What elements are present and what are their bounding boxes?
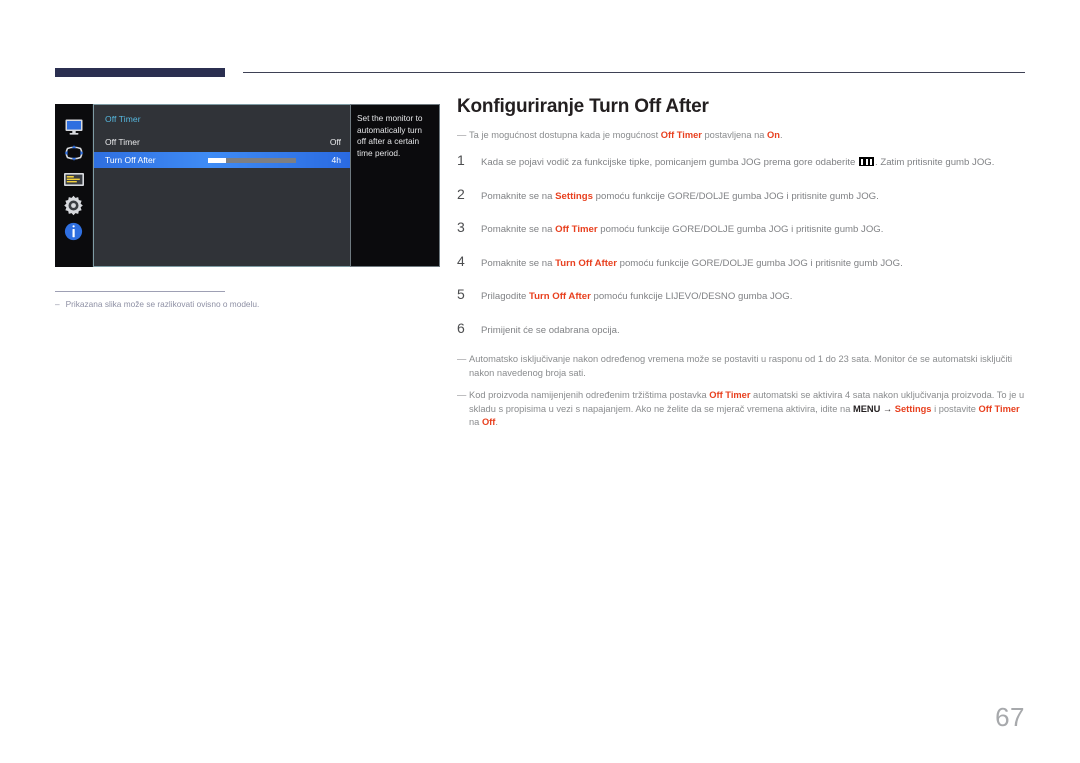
footnote-dash: —: [457, 354, 466, 364]
monitor-icon[interactable]: [63, 116, 85, 138]
intro-note-dash: —: [457, 130, 466, 140]
step-item: 1 Kada se pojavi vodič za funkcijske tipk…: [457, 152, 1027, 169]
footnote-text: Kod proizvoda namijenjenih određenim trž…: [469, 389, 1027, 430]
highlight-term: Off Timer: [978, 403, 1020, 414]
step-text: Prilagodite Turn Off After pomoću funkci…: [481, 290, 1027, 303]
step-text: Primijenit će se odabrana opcija.: [481, 324, 1027, 337]
text-run: Pomaknite se na: [481, 224, 556, 235]
menu-term: MENU: [852, 403, 881, 414]
text-run: Pomaknite se na: [481, 257, 556, 269]
step-number: 5: [457, 286, 465, 302]
text-run: pomoću funkcije LIJEVO/DESNO gumba JOG.: [590, 291, 793, 302]
text-run: Kada se pojavi vodič za funkcijske tipke…: [481, 157, 859, 168]
figure-note-rule: [55, 291, 225, 292]
arrow-glyph: →: [880, 403, 895, 414]
step-text: Pomaknite se na Settings pomoću funkcije…: [481, 190, 1027, 203]
highlight-term: Settings: [894, 403, 932, 414]
slider-fill: [208, 157, 226, 163]
footnotes-list: — Automatsko isključivanje nakon određeno…: [457, 353, 1027, 430]
step-number: 1: [457, 152, 465, 168]
text-run: Primijenit će se odabrana opcija.: [481, 324, 620, 336]
osd-row-middle: [156, 157, 323, 163]
intro-highlight-1: Off Timer: [660, 130, 702, 140]
osd-row-value: 4h: [331, 155, 341, 165]
text-run: pomoću funkcije GORE/DOLJE gumba JOG i p…: [597, 224, 884, 235]
osd-row-off-timer[interactable]: Off Timer Off: [94, 134, 350, 150]
intro-part-2: postavljena na: [701, 130, 768, 140]
turn-off-after-slider[interactable]: [208, 157, 297, 163]
osd-figure: Off Timer Off Timer Off Turn Off After 4…: [55, 104, 440, 309]
highlight-term: Turn Off After: [529, 291, 591, 302]
header-rule: [243, 72, 1025, 73]
onscreen-display-icon[interactable]: [63, 168, 85, 190]
footnote-text: Automatsko isključivanje nakon određenog…: [469, 353, 1027, 380]
osd-row-turn-off-after[interactable]: Turn Off After 4h: [94, 152, 350, 168]
highlight-term: Off Timer: [709, 390, 751, 400]
page-number: 67: [995, 702, 1025, 732]
text-run: pomoću funkcije GORE/DOLJE gumba JOG i p…: [616, 257, 903, 269]
intro-highlight-2: On: [767, 130, 780, 140]
text-run: i postavite: [931, 403, 979, 414]
steps-list: 1 Kada se pojavi vodič za funkcijske tipk…: [457, 152, 1027, 337]
highlight-term: Off Timer: [555, 224, 598, 235]
osd-row-value: Off: [329, 137, 341, 147]
step-text: Pomaknite se na Turn Off After pomoću fu…: [481, 257, 1027, 270]
header-accent-bar: [55, 68, 225, 77]
text-run: Pomaknite se na: [481, 190, 556, 202]
osd-menu-panel: Off Timer Off Timer Off Turn Off After 4…: [93, 104, 350, 267]
highlight-term: Settings: [555, 190, 593, 202]
osd-menu-title: Off Timer: [105, 114, 141, 124]
text-run: . Zatim pritisnite gumb JOG.: [875, 157, 995, 168]
step-number: 3: [457, 219, 465, 235]
osd-icon-rail: [55, 104, 93, 267]
highlight-term: Off: [481, 417, 496, 427]
intro-note: — Ta je mogućnost dostupna kada je moguć…: [457, 129, 1027, 142]
figure-note: – Prikazana slika može se razlikovati ov…: [55, 299, 440, 309]
figure-note-dash: –: [55, 299, 60, 309]
menu-bars-icon: [859, 157, 875, 166]
footnote-item: — Automatsko isključivanje nakon određeno…: [457, 353, 1027, 380]
information-icon[interactable]: [63, 220, 85, 242]
footnote-dash: —: [457, 390, 466, 400]
osd-help-panel: Set the monitor to automatically turn of…: [350, 104, 440, 267]
highlight-term: Turn Off After: [555, 257, 617, 269]
step-item: 2 Pomaknite se na Settings pomoću funkcij…: [457, 186, 1027, 203]
step-item: 6 Primijenit će se odabrana opcija.: [457, 320, 1027, 337]
picture-size-icon[interactable]: [63, 142, 85, 164]
step-text: Kada se pojavi vodič za funkcijske tipke…: [481, 156, 1027, 169]
step-number: 2: [457, 185, 465, 202]
text-run: pomoću funkcije GORE/DOLJE gumba JOG i p…: [593, 190, 879, 202]
osd-row-label: Turn Off After: [105, 155, 156, 165]
step-item: 3 Pomaknite se na Off Timer pomoću funkci…: [457, 219, 1027, 236]
main-content: Konfiguriranje Turn Off After — Ta je mo…: [457, 96, 1027, 439]
text-run: Prilagodite: [481, 291, 529, 302]
text-run: Kod proizvoda namijenjenih određenim trž…: [469, 390, 710, 400]
osd-screenshot: Off Timer Off Timer Off Turn Off After 4…: [55, 104, 440, 267]
page-title: Konfiguriranje Turn Off After: [457, 96, 709, 117]
intro-note-text: Ta je mogućnost dostupna kada je mogućno…: [469, 129, 1027, 142]
text-run: .: [495, 417, 498, 427]
osd-row-label: Off Timer: [105, 137, 140, 147]
step-item: 4 Pomaknite se na Turn Off After pomoću f…: [457, 253, 1027, 270]
system-gear-icon[interactable]: [63, 194, 85, 216]
step-number: 4: [457, 252, 465, 269]
step-item: 5 Prilagodite Turn Off After pomoću funkc…: [457, 286, 1027, 303]
step-number: 6: [457, 319, 465, 336]
text-run: na: [469, 417, 482, 427]
intro-part-1: Ta je mogućnost dostupna kada je mogućno…: [469, 130, 661, 140]
intro-part-3: .: [779, 130, 783, 140]
text-run: Automatsko isključivanje nakon određenog…: [469, 354, 1013, 378]
footnote-item: — Kod proizvoda namijenjenih određenim tr…: [457, 389, 1027, 430]
step-text: Pomaknite se na Off Timer pomoću funkcij…: [481, 223, 1027, 236]
figure-note-text: Prikazana slika može se razlikovati ovis…: [65, 299, 260, 309]
